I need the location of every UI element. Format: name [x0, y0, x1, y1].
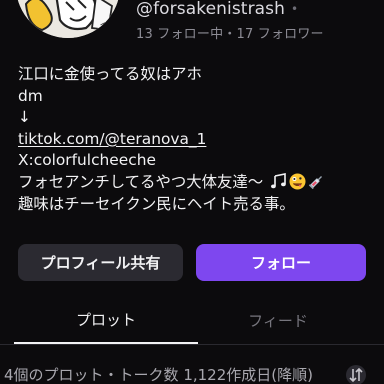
bio-line-link: tiktok.com/@teranova_1 [18, 129, 374, 151]
music-note-icon [271, 172, 286, 189]
share-profile-button[interactable]: プロフィール共有 [18, 244, 183, 281]
sort-icon[interactable] [345, 364, 367, 384]
bio-text: フォセアンチしてるやつ大体友達〜 [18, 172, 264, 191]
handle-row: @forsakenistrash • [136, 0, 298, 20]
follow-stats[interactable]: 13 フォロー中・17 フォロワー [136, 23, 324, 42]
tiktok-link[interactable]: tiktok.com/@teranova_1 [18, 130, 206, 148]
bio-line: 趣味はチーセイクン民にヘイト売る事。 [18, 194, 295, 213]
bio-line-with-emoji: フォセアンチしてるやつ大体友達〜 [18, 172, 374, 194]
user-handle: @forsakenistrash [136, 0, 286, 19]
follow-button[interactable]: フォロー [196, 244, 366, 281]
avatar-lettering: ISMIL [98, 21, 114, 38]
status-dot: • [291, 2, 299, 16]
bio-emojis [270, 172, 325, 190]
tab-feed[interactable]: フィード [186, 296, 370, 344]
syringe-emoji-icon [308, 175, 323, 190]
zany-face-emoji-icon [289, 173, 306, 190]
bio-line: 江口に金使ってる奴はアホ [18, 65, 202, 83]
profile-screen: ISMIL @forsakenistrash • 13 フォロー中・17 フォロ… [0, 0, 384, 384]
bio-line: X:colorfulcheeche [18, 151, 156, 170]
tab-plot[interactable]: プロット [14, 296, 198, 344]
profile-bio: 江口に金使ってる奴はアホ dm ↓ tiktok.com/@teranova_1… [18, 64, 374, 215]
profile-tabs: プロット フィード [0, 296, 384, 345]
bio-line: dm [18, 86, 43, 105]
plot-summary-row: 4個のプロット・トーク数 1,122作成日(降順) [0, 362, 384, 384]
avatar-image: ISMIL [16, 0, 120, 38]
plot-summary: 4個のプロット・トーク数 1,122作成日(降順) [4, 365, 313, 384]
bio-line: ↓ [18, 108, 31, 127]
avatar[interactable]: ISMIL [16, 0, 120, 38]
